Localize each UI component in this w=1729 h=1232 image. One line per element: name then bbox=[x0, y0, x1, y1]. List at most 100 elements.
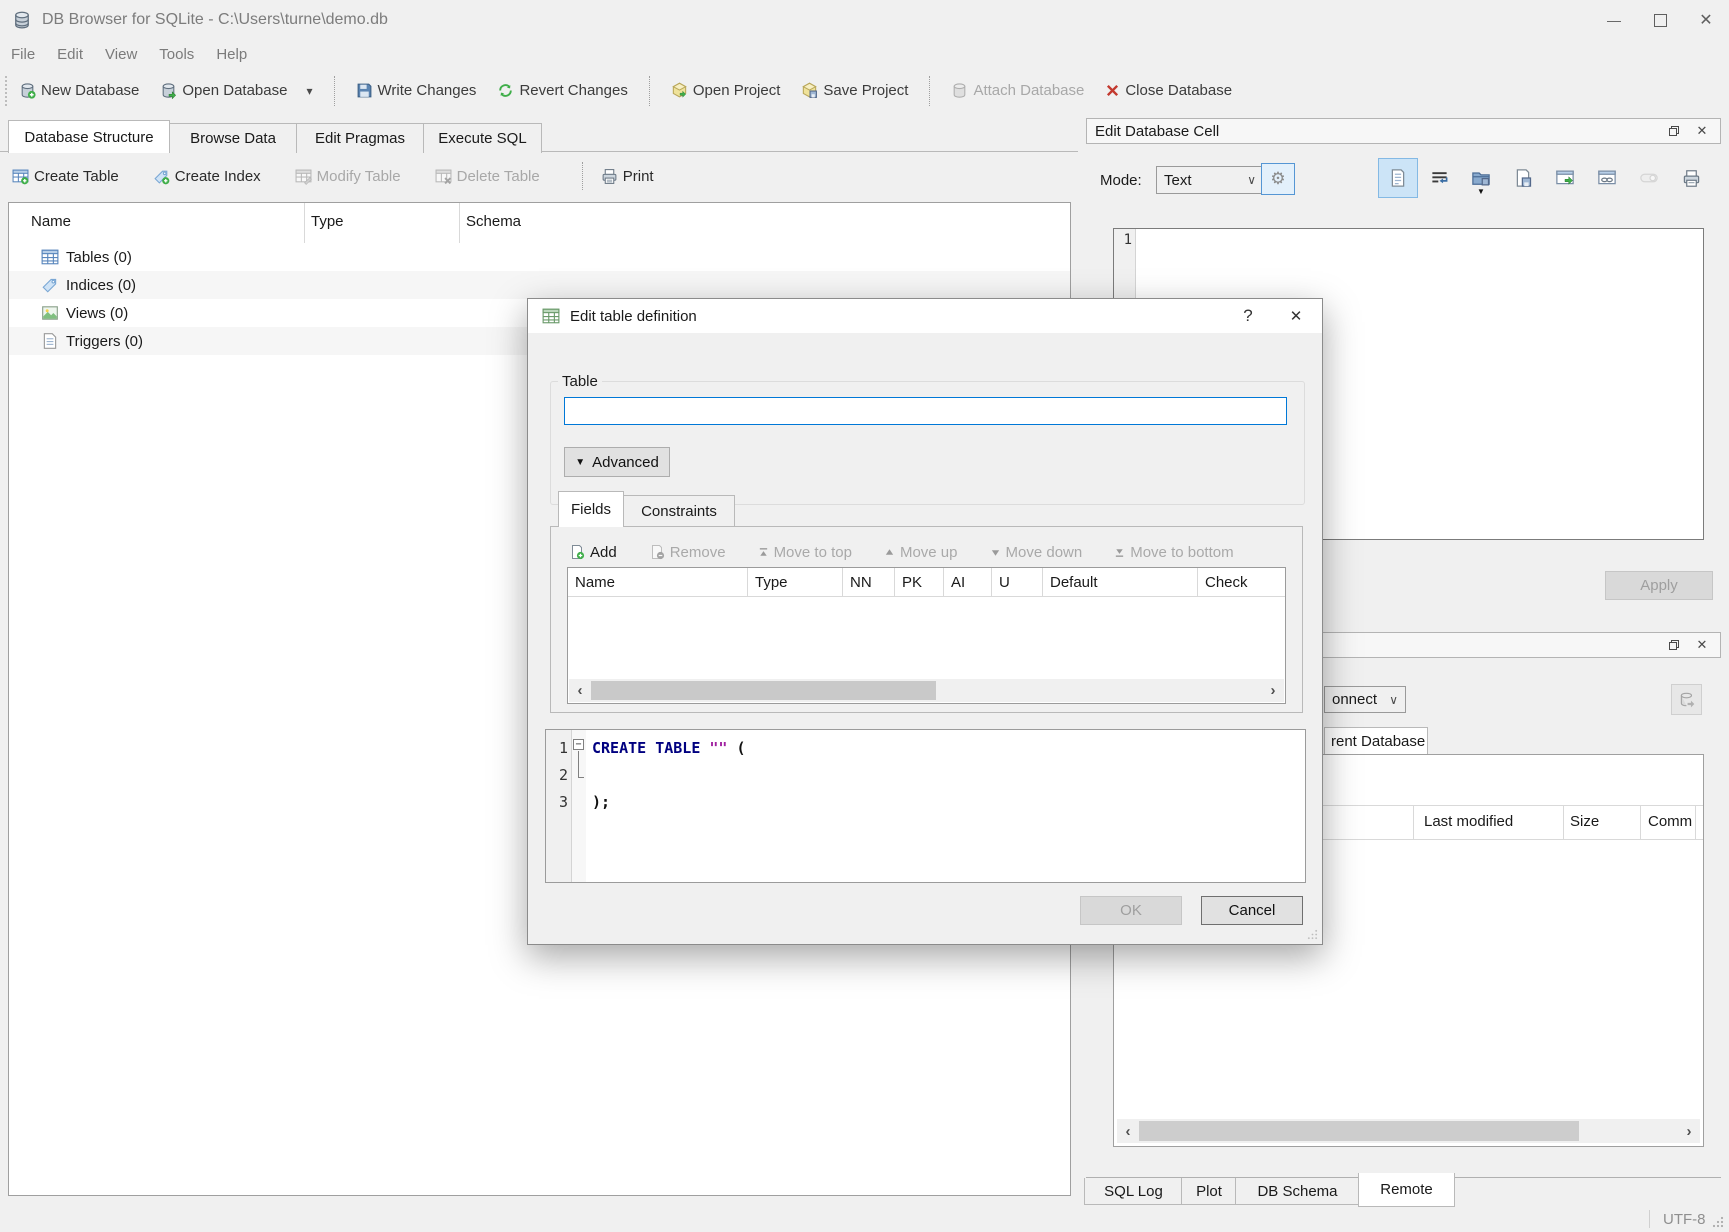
revert-changes-button[interactable]: Revert Changes bbox=[497, 82, 627, 99]
dialog-tab-fields[interactable]: Fields bbox=[558, 491, 624, 527]
dialog-close-button[interactable]: ✕ bbox=[1270, 307, 1322, 325]
connect-select[interactable]: onnect ∨ bbox=[1324, 686, 1406, 713]
upload-database-icon bbox=[1678, 691, 1696, 709]
close-panel-icon[interactable]: ✕ bbox=[1692, 122, 1712, 140]
tree-column-type[interactable]: Type bbox=[311, 213, 344, 230]
column-divider[interactable] bbox=[304, 203, 305, 243]
remote-hscrollbar[interactable]: ‹ › bbox=[1117, 1119, 1700, 1143]
float-panel-icon[interactable] bbox=[1664, 122, 1684, 140]
advanced-toggle-button[interactable]: ▼ Advanced bbox=[564, 447, 670, 477]
fields-column-ai[interactable]: AI bbox=[944, 568, 992, 596]
insert-link-button[interactable] bbox=[1590, 161, 1624, 195]
remote-column-commit[interactable]: Comm bbox=[1648, 813, 1692, 830]
menu-help[interactable]: Help bbox=[205, 46, 258, 63]
column-divider[interactable] bbox=[1563, 806, 1564, 839]
print-button[interactable]: Print bbox=[601, 168, 654, 185]
fields-hscrollbar[interactable]: ‹ › bbox=[569, 679, 1284, 702]
tab-db-schema[interactable]: DB Schema bbox=[1235, 1178, 1360, 1205]
scrollbar-thumb[interactable] bbox=[591, 681, 936, 700]
settings-gear-button[interactable]: ⚙ bbox=[1261, 163, 1295, 195]
chevron-down-icon: ∨ bbox=[1389, 693, 1398, 707]
mode-select[interactable]: Text ∨ bbox=[1156, 166, 1264, 194]
fields-column-name[interactable]: Name bbox=[568, 568, 748, 596]
modify-table-icon bbox=[295, 168, 312, 185]
create-index-button[interactable]: Create Index bbox=[153, 168, 261, 185]
remote-column-size[interactable]: Size bbox=[1570, 813, 1599, 830]
save-project-button[interactable]: Save Project bbox=[801, 82, 908, 99]
scroll-right-icon[interactable]: › bbox=[1678, 1123, 1700, 1140]
write-changes-button[interactable]: Write Changes bbox=[356, 82, 477, 99]
table-name-input[interactable] bbox=[564, 397, 1287, 425]
sql-preview-text: CREATE TABLE "" ( ); bbox=[586, 730, 1305, 882]
scroll-left-icon[interactable]: ‹ bbox=[569, 682, 591, 699]
create-table-button[interactable]: Create Table bbox=[12, 168, 119, 185]
tree-column-schema[interactable]: Schema bbox=[466, 213, 521, 230]
cancel-button[interactable]: Cancel bbox=[1201, 896, 1303, 925]
fields-column-pk[interactable]: PK bbox=[895, 568, 944, 596]
tab-remote[interactable]: Remote bbox=[1358, 1173, 1455, 1207]
close-window-button[interactable]: ✕ bbox=[1683, 0, 1729, 40]
move-to-bottom-button: Move to bottom bbox=[1114, 544, 1233, 561]
create-table-icon bbox=[12, 168, 29, 185]
fold-line-end bbox=[578, 777, 584, 778]
chevron-down-icon: ▼ bbox=[1477, 187, 1485, 196]
toolbar-separator bbox=[582, 162, 583, 190]
set-null-button bbox=[1632, 161, 1666, 195]
menu-view[interactable]: View bbox=[94, 46, 148, 63]
new-database-button[interactable]: New Database bbox=[19, 82, 139, 99]
cell-editor-toolbar: ▼ bbox=[1378, 157, 1718, 199]
close-database-button[interactable]: Close Database bbox=[1105, 82, 1232, 99]
tab-browse-data[interactable]: Browse Data bbox=[169, 123, 297, 153]
column-divider[interactable] bbox=[1640, 806, 1641, 839]
close-panel-icon[interactable]: ✕ bbox=[1692, 636, 1712, 654]
print-cell-button[interactable] bbox=[1674, 161, 1708, 195]
export-data-button[interactable] bbox=[1506, 161, 1540, 195]
dialog-title: Edit table definition bbox=[570, 308, 697, 325]
tab-plot[interactable]: Plot bbox=[1181, 1178, 1237, 1205]
tab-database-structure[interactable]: Database Structure bbox=[8, 120, 170, 153]
dialog-help-button[interactable]: ? bbox=[1226, 306, 1270, 326]
tab-edit-pragmas[interactable]: Edit Pragmas bbox=[296, 123, 424, 153]
ok-button: OK bbox=[1080, 896, 1182, 925]
resize-grip-icon[interactable] bbox=[1712, 1216, 1724, 1228]
column-divider[interactable] bbox=[459, 203, 460, 243]
add-field-button[interactable]: Add bbox=[569, 544, 617, 561]
menu-file[interactable]: File bbox=[0, 46, 46, 63]
tree-column-name[interactable]: Name bbox=[31, 213, 71, 230]
open-database-button[interactable]: Open Database ▾ bbox=[160, 82, 312, 99]
scroll-left-icon[interactable]: ‹ bbox=[1117, 1123, 1139, 1140]
open-project-button[interactable]: Open Project bbox=[671, 82, 781, 99]
fields-column-type[interactable]: Type bbox=[748, 568, 843, 596]
word-wrap-button[interactable] bbox=[1422, 161, 1456, 195]
remote-column-last-modified[interactable]: Last modified bbox=[1424, 813, 1513, 830]
fields-column-check[interactable]: Check bbox=[1198, 568, 1285, 596]
column-divider[interactable] bbox=[1413, 806, 1414, 839]
minimize-button[interactable]: — bbox=[1591, 0, 1637, 40]
open-in-app-button[interactable] bbox=[1548, 161, 1582, 195]
dialog-resize-grip-icon[interactable] bbox=[1307, 929, 1318, 940]
indices-icon bbox=[41, 276, 59, 294]
float-panel-icon[interactable] bbox=[1664, 636, 1684, 654]
scrollbar-thumb[interactable] bbox=[1139, 1121, 1579, 1141]
fields-column-default[interactable]: Default bbox=[1043, 568, 1198, 596]
move-to-bottom-icon bbox=[1114, 547, 1125, 558]
fields-column-nn[interactable]: NN bbox=[843, 568, 895, 596]
import-data-button[interactable]: ▼ bbox=[1464, 161, 1498, 195]
scroll-right-icon[interactable]: › bbox=[1262, 682, 1284, 699]
maximize-button[interactable] bbox=[1637, 0, 1683, 40]
dialog-tab-constraints[interactable]: Constraints bbox=[623, 495, 735, 527]
menu-edit[interactable]: Edit bbox=[46, 46, 94, 63]
menu-tools[interactable]: Tools bbox=[148, 46, 205, 63]
text-mode-button[interactable] bbox=[1378, 158, 1418, 198]
open-database-dropdown[interactable]: ▾ bbox=[306, 84, 312, 98]
tree-row-tables[interactable]: Tables (0) bbox=[9, 243, 1070, 271]
column-divider[interactable] bbox=[1695, 806, 1696, 839]
tab-execute-sql[interactable]: Execute SQL bbox=[423, 123, 542, 153]
toolbar-separator bbox=[334, 76, 335, 106]
fold-marker-icon[interactable]: − bbox=[573, 739, 584, 750]
current-database-tab[interactable]: rent Database bbox=[1324, 727, 1428, 755]
fields-column-u[interactable]: U bbox=[992, 568, 1043, 596]
tab-sql-log[interactable]: SQL Log bbox=[1084, 1178, 1183, 1205]
write-changes-icon bbox=[356, 82, 373, 99]
tree-row-indices[interactable]: Indices (0) bbox=[9, 271, 1070, 299]
